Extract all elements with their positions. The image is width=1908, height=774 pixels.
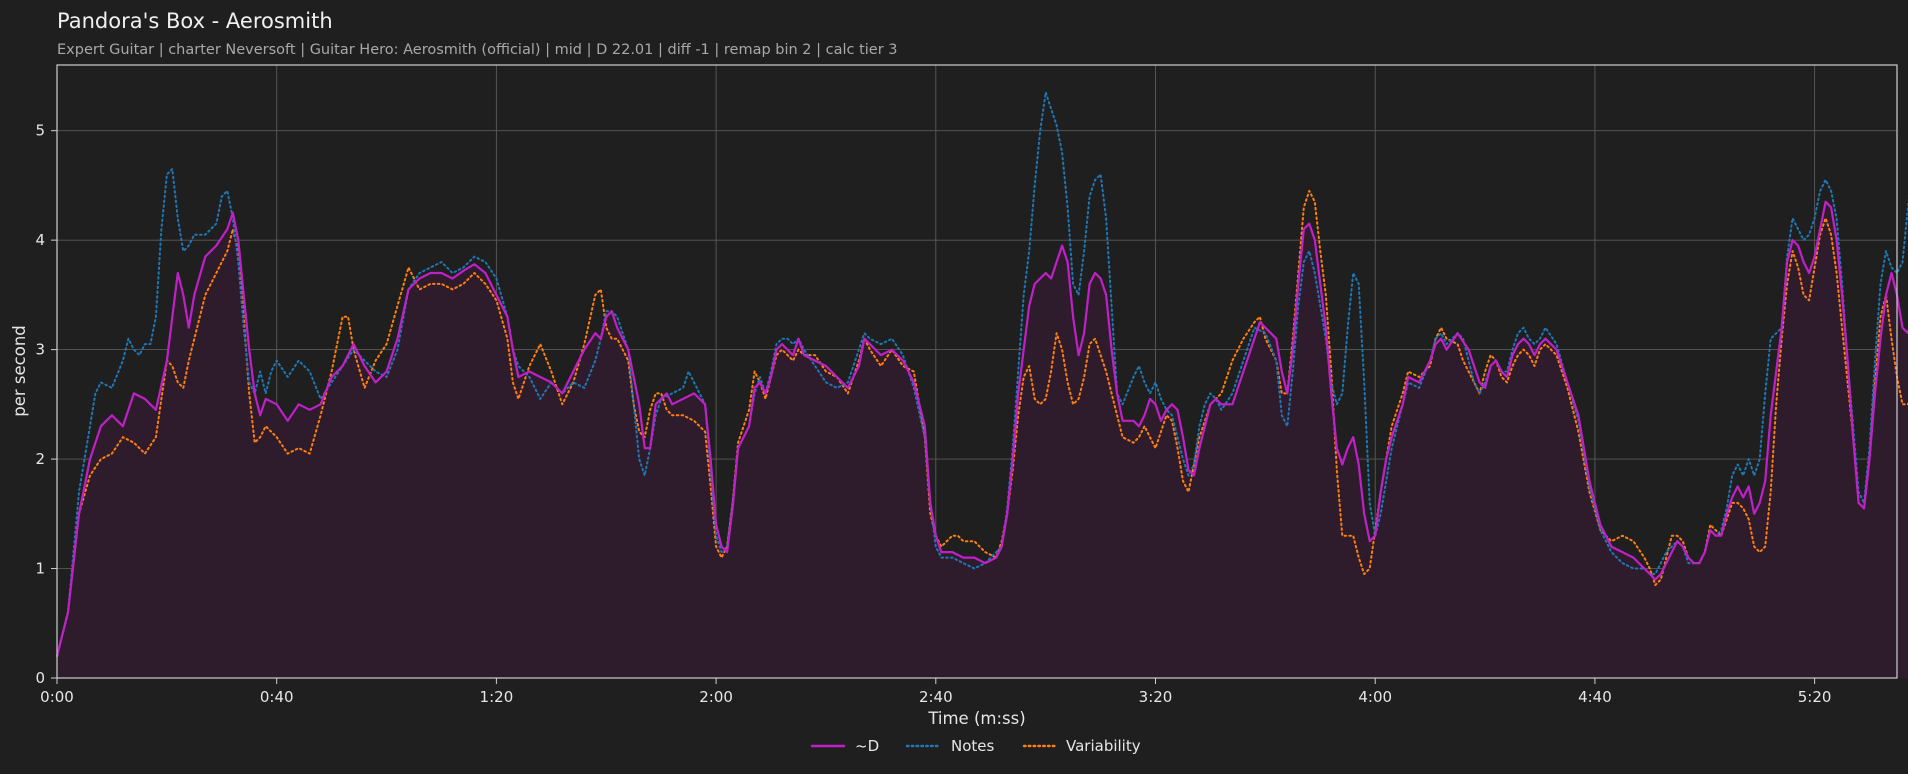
chart: Pandora's Box - Aerosmith Expert Guitar … (0, 0, 1908, 774)
x-axis-label: Time (m:ss) (927, 709, 1025, 728)
x-tick-label: 2:00 (699, 688, 733, 706)
legend: ~D Notes Variability (810, 737, 1141, 755)
chart-subtitle: Expert Guitar | charter Neversoft | Guit… (57, 42, 898, 58)
y-tick-label: 3 (35, 341, 45, 359)
y-tick-label: 0 (35, 669, 45, 687)
x-tick-label: 4:40 (1578, 688, 1612, 706)
x-tick-label: 3:20 (1139, 688, 1173, 706)
x-tick-label: 0:00 (40, 688, 74, 706)
y-axis-label: per second (10, 325, 29, 417)
x-tick-label: 4:00 (1358, 688, 1392, 706)
legend-label: ~D (855, 737, 879, 755)
y-tick-label: 1 (35, 560, 45, 578)
y-tick-label: 5 (35, 122, 45, 140)
x-tick-label: 1:20 (480, 688, 514, 706)
legend-label: Notes (951, 737, 995, 755)
legend-label: Variability (1066, 737, 1141, 755)
plot-area (55, 64, 1908, 679)
x-tick-label: 5:20 (1798, 688, 1832, 706)
y-tick-label: 2 (35, 450, 45, 468)
x-tick-label: 0:40 (260, 688, 294, 706)
chart-title: Pandora's Box - Aerosmith (57, 9, 333, 33)
y-tick-label: 4 (35, 231, 45, 249)
x-tick-label: 2:40 (919, 688, 953, 706)
